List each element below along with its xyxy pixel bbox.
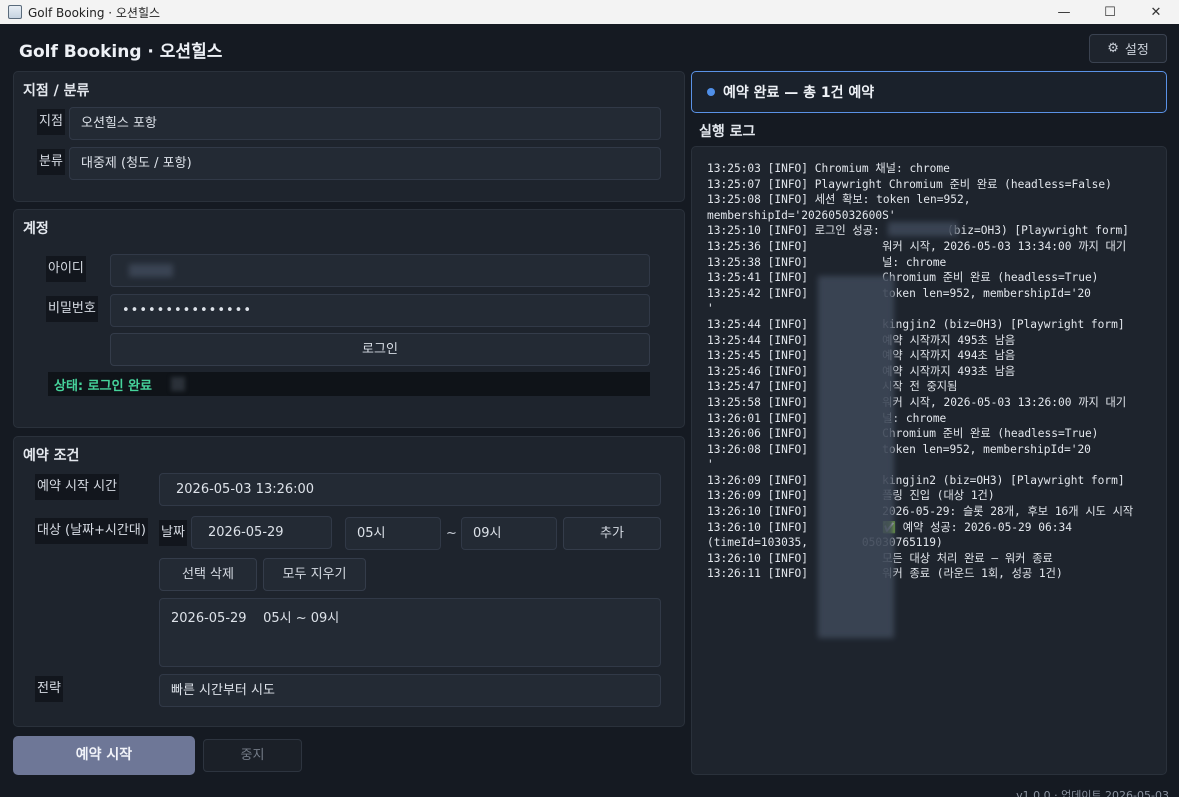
status-dot-icon: [707, 88, 715, 96]
date-input[interactable]: 2026-05-29: [191, 516, 332, 549]
log-line: 13:26:10 [INFO] 2026-05-29: 슬롯 28개, 후보 1…: [707, 505, 1134, 519]
log-line: 13:25:36 [INFO] 워커 시작, 2026-05-03 13:34:…: [707, 239, 1127, 253]
log-line: 13:25:44 [INFO] kingjin2 (biz=OH3) [Play…: [707, 317, 1125, 331]
log-line: 13:26:10 [INFO] 모든 대상 처리 완료 — 워커 종료: [707, 551, 1053, 565]
booking-panel-title: 예약 조건: [23, 448, 80, 464]
redacted-log-user: [888, 222, 958, 236]
settings-label: 설정: [1124, 43, 1149, 58]
log-line: 13:25:07 [INFO] Playwright Chromium 준비 완…: [707, 177, 1112, 191]
account-panel-title: 계정: [23, 221, 49, 237]
log-line: 13:25:44 [INFO] 예약 시작까지 495초 남음: [707, 333, 1016, 347]
status-banner: 예약 완료 — 총 1건 예약: [691, 71, 1167, 113]
log-line: 13:26:09 [INFO] 폴링 진입 (대상 1건): [707, 489, 995, 503]
log-line: 13:25:42 [INFO] token len=952, membershi…: [707, 286, 1159, 316]
password-label: 비밀번호: [46, 296, 98, 322]
redacted-status: [171, 377, 185, 391]
log-line: 13:25:47 [INFO] 시작 전 중지됨: [707, 380, 958, 394]
minimize-button[interactable]: —: [1041, 0, 1087, 24]
id-label: 아이디: [46, 256, 86, 282]
strategy-select[interactable]: 빠른 시간부터 시도: [159, 674, 661, 707]
log-line: 13:25:38 [INFO] 널: chrome: [707, 255, 947, 269]
branch-select[interactable]: 오션힐스 포항: [69, 107, 661, 140]
maximize-button[interactable]: ☐: [1087, 0, 1133, 24]
password-input[interactable]: •••••••••••••••: [110, 294, 650, 327]
log-line: 13:25:45 [INFO] 예약 시작까지 494초 남음: [707, 349, 1016, 363]
start-time-input[interactable]: 2026-05-03 13:26:00: [159, 473, 661, 506]
log-line: 13:26:01 [INFO] 널: chrome: [707, 411, 947, 425]
category-select[interactable]: 대중제 (청도 / 포항): [69, 147, 661, 180]
delete-selected-button[interactable]: 선택 삭제: [159, 558, 257, 591]
window-titlebar: Golf Booking · 오션힐스 — ☐ ✕: [0, 0, 1179, 24]
app-title: Golf Booking · 오션힐스: [19, 42, 223, 62]
gear-icon: ⚙: [1107, 41, 1119, 56]
log-output[interactable]: 13:25:03 [INFO] Chromium 채널: chrome 13:2…: [691, 146, 1167, 775]
log-line: 13:26:06 [INFO] Chromium 준비 완료 (headless…: [707, 427, 1099, 441]
log-line: 13:26:11 [INFO] 워커 종료 (라운드 1회, 성공 1건): [707, 567, 1063, 581]
log-line: 13:25:58 [INFO] 워커 시작, 2026-05-03 13:26:…: [707, 395, 1127, 409]
to-hour-select[interactable]: 09시: [461, 517, 557, 550]
add-target-button[interactable]: 추가: [563, 517, 661, 550]
target-list-item[interactable]: 2026-05-29 05시 ~ 09시: [171, 609, 660, 629]
date-label: 날짜: [159, 520, 187, 546]
log-line: 13:26:10 [INFO] ✅ 예약 성공: 2026-05-29 06:3…: [707, 520, 1072, 550]
log-line: 13:26:08 [INFO] token len=952, membershi…: [707, 442, 1159, 472]
category-label: 분류: [37, 149, 65, 175]
log-line: 13:25:41 [INFO] Chromium 준비 완료 (headless…: [707, 271, 1099, 285]
settings-button[interactable]: ⚙ 설정: [1089, 34, 1167, 63]
login-status-bar: 상태: 로그인 완료: [48, 372, 650, 396]
log-line: 13:26:09 [INFO] kingjin2 (biz=OH3) [Play…: [707, 473, 1125, 487]
clear-all-button[interactable]: 모두 지우기: [263, 558, 366, 591]
target-list[interactable]: 2026-05-29 05시 ~ 09시: [159, 598, 661, 667]
target-label: 대상 (날짜+시간대): [35, 518, 148, 544]
log-line: 13:25:08 [INFO] 세션 확보: token len=952, me…: [707, 193, 978, 222]
branch-label: 지점: [37, 109, 65, 135]
branch-panel-title: 지점 / 분류: [23, 83, 90, 99]
close-button[interactable]: ✕: [1133, 0, 1179, 24]
login-status: 상태: 로그인 완료: [54, 379, 152, 394]
log-line: 13:25:46 [INFO] 예약 시작까지 493초 남음: [707, 364, 1016, 378]
from-hour-select[interactable]: 05시: [345, 517, 441, 550]
strategy-label: 전략: [35, 676, 63, 702]
redacted-id: [129, 264, 173, 277]
log-title: 실행 로그: [699, 124, 756, 140]
app-icon: [8, 5, 22, 19]
version-footer: v1.0.0 · 업데이트 2026-05-03: [1016, 789, 1169, 797]
log-line: 13:25:03 [INFO] Chromium 채널: chrome: [707, 162, 950, 175]
redacted-log-column: [818, 276, 894, 638]
login-button[interactable]: 로그인: [110, 333, 650, 366]
id-input[interactable]: [110, 254, 650, 287]
start-time-label: 예약 시작 시간: [35, 474, 120, 500]
stop-button[interactable]: 중지: [203, 739, 302, 772]
window-title: Golf Booking · 오션힐스: [28, 5, 161, 20]
start-booking-button[interactable]: 예약 시작: [13, 736, 195, 775]
range-tilde: ~: [446, 526, 457, 541]
status-banner-text: 예약 완료 — 총 1건 예약: [723, 85, 875, 101]
